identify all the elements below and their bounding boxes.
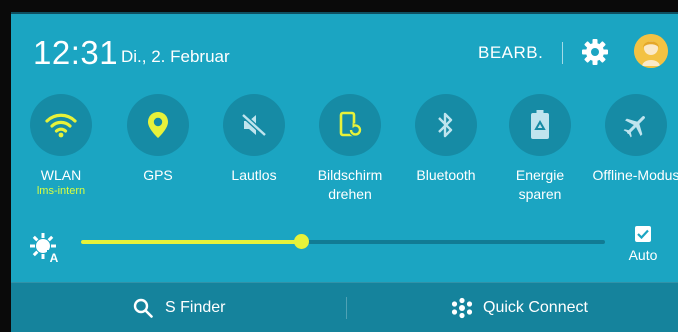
checkbox-icon[interactable] xyxy=(635,226,651,242)
header-divider xyxy=(562,42,563,64)
tile-label: Energie sparen xyxy=(515,167,565,202)
airplane-icon xyxy=(605,94,667,156)
bottom-bar: S Finder Quick Connect xyxy=(11,282,678,332)
mute-icon xyxy=(223,94,285,156)
tile-label: Bluetooth xyxy=(416,167,476,183)
edit-button[interactable]: BEARB. xyxy=(478,43,543,63)
panel-header: 12:31 Di., 2. Februar BEARB. xyxy=(11,14,678,92)
screen-rotate-icon xyxy=(319,94,381,156)
avatar-icon[interactable] xyxy=(634,34,668,68)
svg-text:A: A xyxy=(50,251,59,264)
brightness-row: A Auto xyxy=(11,222,678,278)
gear-icon[interactable] xyxy=(581,38,609,66)
location-pin-icon xyxy=(127,94,189,156)
auto-brightness-toggle[interactable]: Auto xyxy=(623,226,663,263)
s-finder-label: S Finder xyxy=(165,298,226,316)
quick-connect-icon xyxy=(451,297,473,319)
tile-bluetooth[interactable]: Bluetooth xyxy=(401,94,491,185)
tile-lautlos[interactable]: Lautlos xyxy=(209,94,299,185)
tile-offline-modus[interactable]: Offline-Modus xyxy=(591,94,678,185)
quick-connect-button[interactable]: Quick Connect xyxy=(451,283,588,332)
brightness-thumb[interactable] xyxy=(294,234,310,249)
tile-bildschirm-drehen[interactable]: Bildschirm drehen xyxy=(305,94,395,204)
tile-label: Bildschirm drehen xyxy=(317,167,383,202)
quick-settings-tiles: WLAN lms-intern GPS Lautlos Bildschirm d… xyxy=(11,94,678,219)
auto-brightness-icon: A xyxy=(29,232,61,265)
bottom-divider xyxy=(346,297,347,319)
tile-label: WLAN xyxy=(40,167,82,183)
quick-connect-label: Quick Connect xyxy=(483,298,588,316)
tile-label: Lautlos xyxy=(231,167,277,183)
wifi-icon xyxy=(30,94,92,156)
tile-wlan[interactable]: WLAN lms-intern xyxy=(16,94,106,198)
brightness-slider[interactable] xyxy=(81,234,605,249)
tile-energie-sparen[interactable]: Energie sparen xyxy=(495,94,585,204)
auto-label: Auto xyxy=(628,247,658,263)
bluetooth-icon xyxy=(415,94,477,156)
tile-label: GPS xyxy=(143,167,173,183)
s-finder-button[interactable]: S Finder xyxy=(133,283,225,332)
notification-panel: 12:31 Di., 2. Februar BEARB. WLAN lms-in… xyxy=(11,12,678,332)
tile-label: Offline-Modus xyxy=(592,167,678,183)
tile-gps[interactable]: GPS xyxy=(113,94,203,185)
clock: 12:31 xyxy=(33,34,119,71)
battery-saver-icon xyxy=(509,94,571,156)
wlan-network-name: lms-intern xyxy=(36,185,86,197)
brightness-fill xyxy=(81,240,302,244)
search-icon xyxy=(133,298,153,318)
date-label: Di., 2. Februar xyxy=(121,47,230,66)
